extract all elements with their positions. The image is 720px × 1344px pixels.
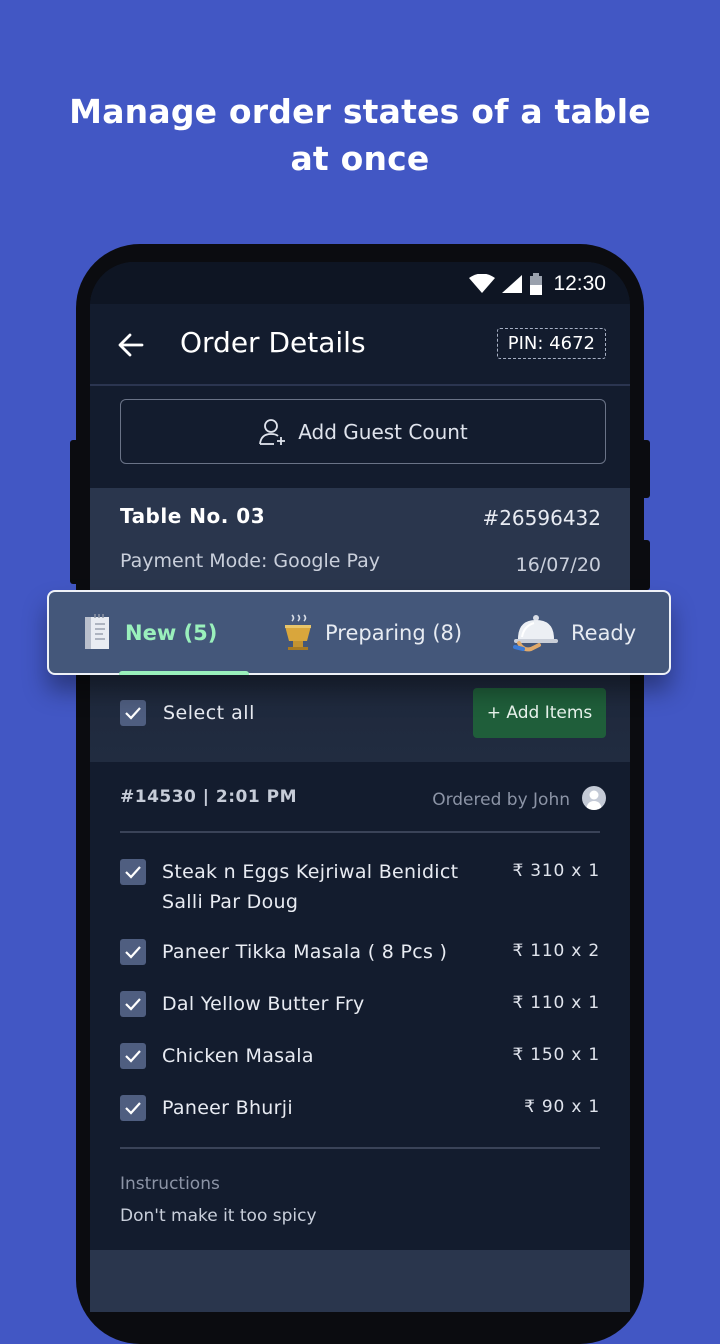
tab-preparing-label: Preparing (8) (325, 620, 463, 645)
item-price: ₹ 310 x 1 (512, 861, 600, 881)
add-user-icon (259, 418, 286, 445)
add-guest-count-label: Add Guest Count (298, 419, 468, 444)
table-number: Table No. 03 (120, 504, 266, 528)
order-id: #26596432 (482, 506, 601, 530)
status-bar: 12:30 (90, 262, 630, 304)
battery-icon (530, 273, 543, 295)
divider (120, 831, 600, 833)
signal-icon (502, 275, 523, 293)
order-header: #14530 | 2:01 PM (120, 787, 298, 807)
page-title: Order Details (180, 326, 366, 359)
select-all-checkbox[interactable] (120, 700, 146, 726)
select-all-label: Select all (163, 702, 255, 724)
item-checkbox[interactable] (120, 859, 146, 885)
phone-volume-button (644, 540, 650, 590)
item-name: Paneer Tikka Masala ( 8 Pcs ) (162, 941, 448, 963)
pin-badge: PIN: 4672 (496, 328, 606, 359)
wifi-icon (469, 274, 496, 293)
instructions-label: Instructions (120, 1174, 220, 1194)
item-price: ₹ 110 x 2 (512, 941, 600, 961)
tab-ready[interactable]: Ready (513, 592, 636, 673)
user-icon (582, 786, 606, 810)
table-info-card: Table No. 03 #26596432 Payment Mode: Goo… (90, 488, 630, 593)
item-name: Dal Yellow Butter Fry (162, 993, 365, 1015)
divider (120, 1147, 600, 1149)
steaming-bowl-icon (285, 613, 311, 650)
phone-screen: 12:30 Order Details PIN: 4672 Add Guest … (90, 262, 630, 1312)
instructions-text: Don't make it too spicy (120, 1206, 317, 1226)
item-checkbox[interactable] (120, 939, 146, 965)
item-name: Steak n Eggs Kejriwal Benidict Salli Par… (162, 861, 459, 913)
item-checkbox[interactable] (120, 1043, 146, 1069)
add-guest-count-button[interactable]: Add Guest Count (120, 399, 606, 464)
app-bar: Order Details PIN: 4672 (90, 304, 630, 386)
tab-ready-label: Ready (571, 620, 637, 645)
item-checkbox[interactable] (120, 991, 146, 1017)
item-price: ₹ 150 x 1 (512, 1045, 600, 1065)
tab-preparing[interactable]: Preparing (8) (283, 592, 462, 673)
add-items-button[interactable]: + Add Items (473, 688, 606, 738)
receipt-icon (85, 613, 109, 649)
check-icon (125, 1050, 141, 1063)
item-checkbox[interactable] (120, 1095, 146, 1121)
item-name: Paneer Bhurji (162, 1097, 293, 1119)
check-icon (125, 946, 141, 959)
item-price: ₹ 110 x 1 (512, 993, 600, 1013)
arrow-left-icon[interactable] (116, 330, 146, 360)
tab-new-label: New (5) (125, 620, 218, 645)
item-name: Chicken Masala (162, 1045, 314, 1067)
order-state-tabs: New (5) Preparing (8) Ready (47, 590, 671, 675)
status-time: 12:30 (553, 272, 606, 295)
check-icon (125, 998, 141, 1011)
next-order-card (90, 1250, 630, 1312)
active-tab-indicator (119, 671, 249, 675)
check-icon (125, 866, 141, 879)
ordered-by: Ordered by John (432, 790, 570, 810)
check-icon (125, 1102, 141, 1115)
headline-line-2: at once (290, 139, 430, 178)
check-icon (125, 707, 141, 720)
tab-new[interactable]: New (5) (81, 592, 249, 675)
headline: Manage order states of a table at once (0, 88, 720, 182)
serving-cloche-icon (513, 614, 558, 651)
headline-line-1: Manage order states of a table (69, 92, 651, 131)
item-price: ₹ 90 x 1 (524, 1097, 600, 1117)
phone-power-button (644, 440, 650, 498)
order-date: 16/07/20 (515, 554, 601, 576)
payment-mode: Payment Mode: Google Pay (120, 550, 380, 572)
